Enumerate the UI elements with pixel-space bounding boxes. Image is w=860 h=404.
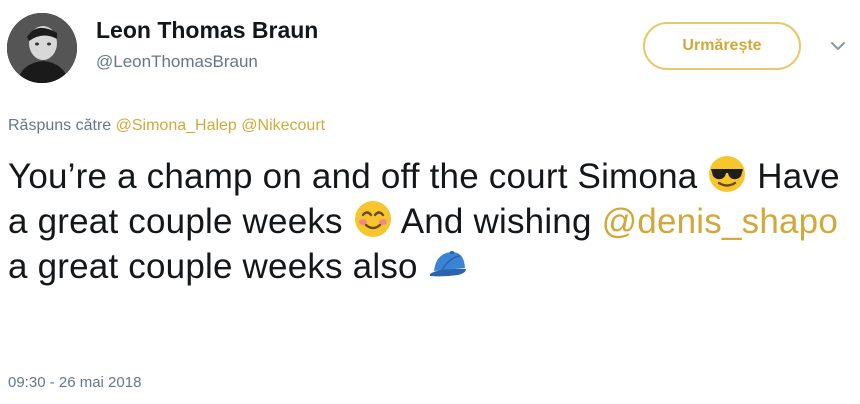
- reply-mention-nikecourt[interactable]: @Nikecourt: [241, 117, 325, 134]
- user-handle[interactable]: @LeonThomasBraun: [96, 52, 258, 72]
- avatar[interactable]: [7, 13, 77, 83]
- blue-cap-emoji-icon: [429, 251, 466, 277]
- tweet-text: You’re a champ on and off the court Simo…: [8, 154, 853, 289]
- follow-button[interactable]: Urmărește: [643, 22, 801, 70]
- tweet-card: Leon Thomas Braun @LeonThomasBraun Urmăr…: [0, 0, 860, 404]
- display-name[interactable]: Leon Thomas Braun: [96, 17, 318, 44]
- reply-context: Răspuns către @Simona_Halep @Nikecourt: [8, 117, 325, 135]
- profile-photo-icon: [7, 13, 77, 83]
- tweet-mention-denis[interactable]: @denis_shapo: [602, 202, 838, 241]
- sunglasses-face-emoji-icon: [709, 156, 746, 192]
- reply-prefix: Răspuns către: [8, 117, 112, 134]
- reply-mention-simona[interactable]: @Simona_Halep: [116, 117, 237, 134]
- tweet-text-part4: a great couple weeks also: [8, 247, 418, 286]
- smiling-face-emoji-icon: [354, 201, 391, 237]
- tweet-text-part3: And wishing: [400, 202, 592, 241]
- tweet-text-part1: You’re a champ on and off the court Simo…: [8, 157, 698, 196]
- chevron-down-icon[interactable]: [830, 40, 846, 52]
- tweet-timestamp[interactable]: 09:30 - 26 mai 2018: [8, 374, 141, 391]
